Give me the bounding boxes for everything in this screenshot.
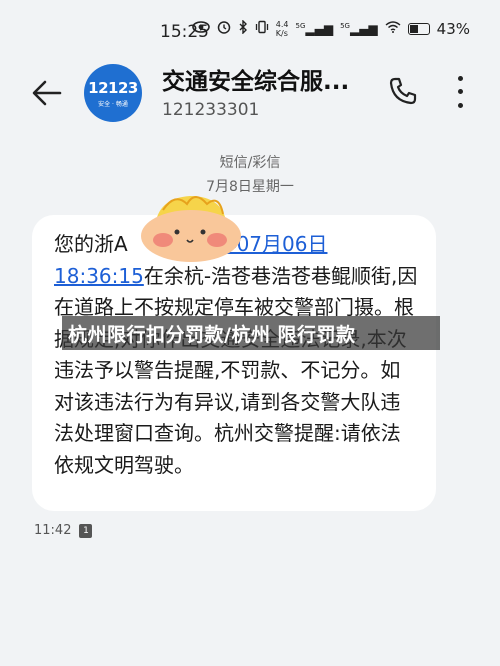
eye-icon (191, 21, 210, 37)
wifi-icon (385, 21, 401, 37)
message-category: 短信/彩信 (219, 155, 281, 171)
message-part-1: 您的浙A (54, 232, 128, 256)
message-time-row: 11:42 1 (34, 523, 93, 538)
net-speed-unit: K/s (275, 29, 288, 38)
time-link[interactable]: 18:36:15 (54, 264, 144, 288)
avatar-logo-subtext: 安全 · 畅通 (98, 100, 128, 108)
battery-percent: 43% (436, 20, 470, 38)
bluetooth-icon (238, 19, 248, 38)
message-part-2: 在余杭-浩苍巷浩苍巷鲲顺街,因在道路上不按规定停车被交警部门摄。根据规定,对你作… (54, 263, 418, 477)
back-arrow-icon (32, 80, 62, 106)
message-date: 7月8日星期一 (206, 179, 294, 195)
watermark-banner: 杭州限行扣分罚款/杭州 限行罚款 (62, 316, 440, 350)
message-time: 11:42 (34, 523, 72, 538)
more-options-button[interactable] (450, 72, 470, 112)
signal-1: 5G▂▄▆ (295, 22, 334, 36)
status-bar: 15:25 4.4 K/s 5G▂▄▆ 5G▂▄▆ 43% (0, 0, 500, 52)
sticker-face-icon (135, 190, 245, 270)
avatar-logo-text: 12123 (88, 78, 138, 97)
more-vertical-icon (457, 76, 463, 82)
alarm-icon (217, 20, 231, 38)
net-speed: 4.4 K/s (276, 20, 289, 38)
sim-badge: 1 (79, 523, 93, 538)
contact-avatar[interactable]: 12123 安全 · 畅通 (84, 64, 142, 122)
conversation-header: 12123 安全 · 畅通 交通安全综合服... 121233301 (0, 52, 500, 137)
contact-number: 121233301 (162, 100, 260, 120)
signal-2: 5G▂▄▆ (340, 22, 378, 36)
battery-icon (407, 23, 430, 35)
phone-icon (389, 77, 417, 105)
status-icons: 4.4 K/s 5G▂▄▆ 5G▂▄▆ 43% (191, 19, 470, 38)
back-button[interactable] (30, 76, 64, 110)
signal-2-label: 5G (340, 22, 350, 30)
call-button[interactable] (388, 76, 420, 108)
contact-name[interactable]: 交通安全综合服... (162, 62, 349, 96)
net-speed-value: 4.4 (275, 20, 289, 29)
vibrate-icon (255, 20, 269, 38)
signal-1-label: 5G (295, 22, 306, 30)
